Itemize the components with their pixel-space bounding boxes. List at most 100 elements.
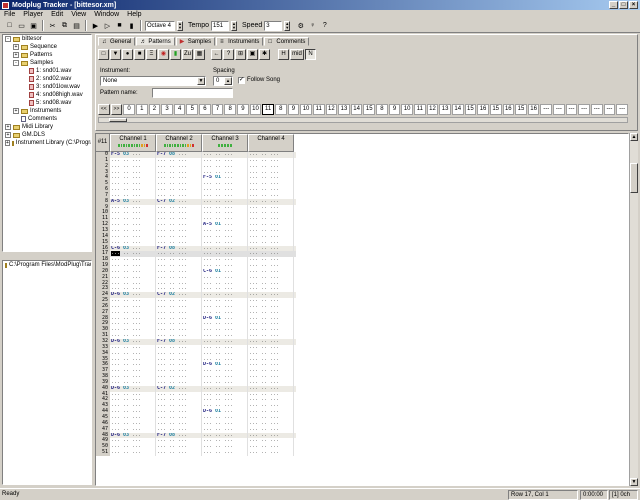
tree-item[interactable]: + Patterns [3, 51, 91, 59]
insert-row-icon[interactable]: ▼ [110, 49, 121, 60]
tree-item[interactable]: C:\Program Files\ModPlug\Track [3, 261, 91, 269]
pattern-rows[interactable]: 0 F-5 03 ... F-7 08 ... ... .. ... ... ..… [96, 151, 296, 456]
speed-spin[interactable]: ▲ ▼ [284, 20, 291, 31]
expand-icon[interactable]: + [5, 124, 11, 130]
chevron-down-icon[interactable]: ▼ [197, 77, 205, 85]
pause-icon[interactable]: ▮ [126, 20, 137, 31]
mode-button[interactable]: H [278, 49, 289, 60]
octave-field[interactable]: Octave 4 ▲ ▼ [145, 20, 183, 31]
octave-value[interactable]: Octave 4 [145, 20, 175, 31]
pattern-name-input[interactable] [152, 88, 233, 98]
stop-icon[interactable]: ■ [114, 20, 125, 31]
pattern-cell[interactable]: ... .. ... [156, 450, 202, 456]
menu-edit[interactable]: Edit [51, 11, 63, 18]
expand-icon[interactable]: + [13, 44, 19, 50]
expand-icon[interactable]: + [5, 132, 11, 138]
octave-spin[interactable]: ▲ ▼ [177, 20, 183, 31]
tree-item[interactable]: - bittesor [3, 35, 91, 43]
order-cell[interactable]: 2 [148, 103, 161, 115]
pattern-cell[interactable]: ... .. ... [248, 450, 294, 456]
pattern-row[interactable]: 51... .. ... ... .. ... ... .. ... ... .… [96, 449, 296, 456]
order-cell[interactable]: 5 [186, 103, 199, 115]
menu-view[interactable]: View [71, 11, 86, 18]
order-cell[interactable]: 11 [414, 103, 426, 115]
menu-window[interactable]: Window [94, 11, 119, 18]
vu-meter-icon[interactable]: ▮ [170, 49, 181, 60]
order-cell[interactable]: 9 [388, 103, 401, 115]
pattern-cell[interactable]: ... .. ... [202, 450, 248, 456]
new-file-icon[interactable]: □ [4, 20, 15, 31]
previous-icon[interactable]: ← [211, 49, 222, 60]
maximize-button[interactable]: □ [619, 1, 628, 9]
scrollbar-thumb[interactable] [109, 118, 127, 122]
order-cell[interactable]: 10 [249, 103, 262, 115]
pattern-editor[interactable]: #11 Channel 1 Channel 2 Channel 3 Channel 4 … [95, 133, 629, 486]
open-folder-icon[interactable]: ▭ [16, 20, 27, 31]
order-cell[interactable]: 15 [515, 103, 527, 115]
order-cell[interactable]: 16 [502, 103, 515, 115]
tree-item[interactable]: Comments [3, 115, 91, 123]
order-cell[interactable]: 10 [401, 103, 414, 115]
follow-song-checkbox[interactable]: ✓ [238, 77, 245, 84]
order-cell[interactable]: 12 [325, 103, 338, 115]
order-cell[interactable]: 14 [350, 103, 363, 115]
order-scrollbar[interactable] [98, 117, 628, 123]
tree-item[interactable]: 2: snd02.wav [3, 75, 91, 83]
tree-item[interactable]: + GM.DLS [3, 131, 91, 139]
tree-item[interactable]: 4: snd08high.wav [3, 91, 91, 99]
split-icon[interactable]: ⊞ [235, 49, 246, 60]
tree-item[interactable]: + Instruments [3, 107, 91, 115]
tree-item[interactable]: 5: snd08.wav [3, 99, 91, 107]
tree-item[interactable]: - Samples [3, 59, 91, 67]
order-cell[interactable]: 12 [426, 103, 439, 115]
special-icon[interactable]: ✱ [259, 49, 270, 60]
tree-item[interactable]: 3: snd01low.wav [3, 83, 91, 91]
scrollbar-thumb[interactable] [630, 163, 638, 193]
tab-instruments[interactable]: ≡ Instruments [216, 37, 264, 46]
edit-cursor[interactable]: ... [111, 251, 121, 257]
close-button[interactable]: × [629, 1, 638, 9]
collapse-icon[interactable]: - [13, 60, 19, 66]
order-cell[interactable]: --- [553, 103, 565, 115]
order-cell[interactable]: 6 [199, 103, 211, 115]
order-cell[interactable]: --- [578, 103, 590, 115]
help-icon[interactable]: ? [319, 20, 330, 31]
collapse-icon[interactable]: - [5, 36, 11, 42]
play-pattern-icon[interactable]: ▷ [102, 20, 113, 31]
order-cell[interactable]: 16 [527, 103, 540, 115]
paste-icon[interactable]: ▤ [71, 20, 82, 31]
tempo-spin[interactable]: ▲ ▼ [231, 20, 238, 31]
order-cell[interactable]: 14 [451, 103, 464, 115]
save-icon[interactable]: ▣ [28, 20, 39, 31]
order-cell[interactable]: --- [603, 103, 616, 115]
cut-icon[interactable]: ✂ [47, 20, 58, 31]
scroll-down-icon[interactable]: ▼ [630, 478, 638, 486]
order-cell[interactable]: 11 [262, 103, 274, 115]
zoom-icon[interactable]: Zu [182, 49, 193, 60]
order-cell[interactable]: 8 [376, 103, 388, 115]
grid-icon[interactable]: ▦ [194, 49, 205, 60]
instrument-select[interactable]: None ▼ [100, 76, 206, 86]
expand-icon[interactable]: + [13, 108, 19, 114]
bulb-icon[interactable]: ♀ [307, 20, 318, 31]
copy-icon[interactable]: ⧉ [59, 20, 70, 31]
tree-item[interactable]: 1: snd01.wav [3, 67, 91, 75]
properties-icon[interactable]: Ξ [146, 49, 157, 60]
order-cell[interactable]: --- [616, 103, 628, 115]
mode-button[interactable]: mid [290, 49, 304, 60]
spacing-input[interactable]: 0 ▴ [213, 76, 233, 86]
expand-icon[interactable]: + [5, 140, 10, 146]
channel-header[interactable]: Channel 4 [248, 134, 294, 152]
order-cell[interactable]: --- [565, 103, 578, 115]
tab-patterns[interactable]: ♬ Patterns [136, 37, 175, 46]
order-cell[interactable]: 13 [338, 103, 350, 115]
menu-help[interactable]: Help [127, 11, 141, 18]
order-cell[interactable]: 15 [464, 103, 477, 115]
order-cell[interactable]: 3 [161, 103, 173, 115]
minimize-button[interactable]: _ [609, 1, 618, 9]
tab-general[interactable]: ♫ General [98, 37, 136, 46]
order-cell[interactable]: --- [590, 103, 603, 115]
play-song-icon[interactable]: ▶ [90, 20, 101, 31]
help-icon[interactable]: ? [223, 49, 234, 60]
order-next-button[interactable]: >> [110, 103, 123, 115]
